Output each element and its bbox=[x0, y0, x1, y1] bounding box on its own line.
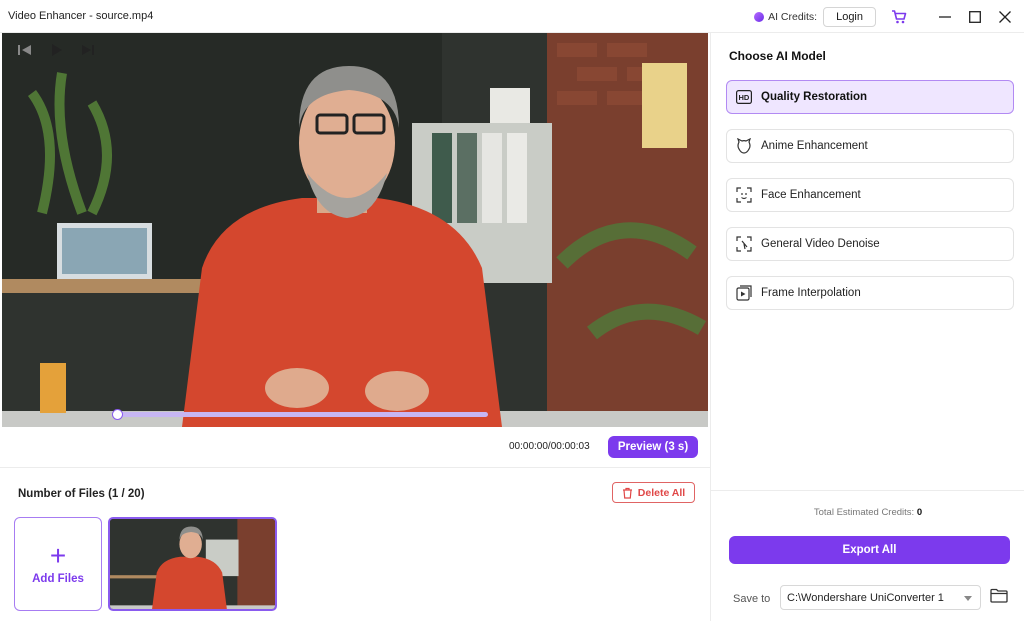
model-label: Frame Interpolation bbox=[761, 287, 861, 299]
maximize-icon[interactable] bbox=[960, 0, 990, 33]
title-bar: Video Enhancer - source.mp4 AI Credits: … bbox=[0, 0, 1024, 33]
hd-icon: HD bbox=[735, 88, 753, 106]
plus-icon: + bbox=[49, 540, 67, 571]
model-general-video-denoise[interactable]: General Video Denoise bbox=[726, 227, 1014, 261]
denoise-icon bbox=[735, 235, 753, 253]
ai-credits-label: AI Credits: bbox=[768, 10, 818, 23]
save-path-value: C:\Wondershare UniConverter 1 bbox=[787, 591, 944, 604]
model-frame-interpolation[interactable]: Frame Interpolation bbox=[726, 276, 1014, 310]
save-path-select[interactable]: C:\Wondershare UniConverter 1 bbox=[780, 585, 981, 610]
preview-panel bbox=[0, 33, 710, 621]
estimated-credits-value: 0 bbox=[916, 507, 923, 518]
frame-interpolation-icon bbox=[735, 284, 753, 302]
model-anime-enhancement[interactable]: Anime Enhancement bbox=[726, 129, 1014, 163]
delete-all-label: Delete All bbox=[637, 486, 686, 499]
model-label: Quality Restoration bbox=[761, 91, 868, 103]
ai-credits[interactable]: AI Credits: bbox=[754, 11, 817, 23]
progress-handle[interactable] bbox=[112, 409, 123, 420]
trash-icon bbox=[622, 487, 632, 499]
video-frame[interactable] bbox=[2, 33, 708, 427]
choose-model-title: Choose AI Model bbox=[729, 49, 826, 63]
files-count-title: Number of Files (1 / 20) bbox=[18, 488, 145, 500]
ai-credits-icon bbox=[754, 11, 765, 22]
add-files-label: Add Files bbox=[32, 573, 84, 585]
window-title: Video Enhancer - source.mp4 bbox=[8, 10, 154, 22]
login-button[interactable]: Login bbox=[823, 6, 876, 27]
file-thumbnail[interactable] bbox=[108, 517, 277, 611]
model-face-enhancement[interactable]: Face Enhancement bbox=[726, 178, 1014, 212]
close-icon[interactable] bbox=[990, 0, 1020, 33]
delete-all-button[interactable]: Delete All bbox=[612, 482, 695, 503]
progress-track[interactable] bbox=[116, 412, 488, 417]
export-all-button[interactable]: Export All bbox=[729, 536, 1010, 564]
anime-face-icon bbox=[735, 137, 753, 155]
svg-text:HD: HD bbox=[739, 93, 750, 102]
time-display: 00:00:00/00:00:03 bbox=[509, 441, 590, 452]
chevron-down-icon bbox=[964, 596, 972, 601]
divider bbox=[0, 467, 710, 468]
divider bbox=[711, 490, 1024, 491]
model-quality-restoration[interactable]: HD Quality Restoration bbox=[726, 80, 1014, 114]
estimated-credits-label: Total Estimated Credits: bbox=[813, 507, 915, 518]
play-icon[interactable] bbox=[48, 41, 66, 59]
cart-icon[interactable] bbox=[890, 8, 908, 26]
model-label: General Video Denoise bbox=[761, 238, 880, 250]
minimize-icon[interactable] bbox=[930, 0, 960, 33]
folder-icon[interactable] bbox=[990, 588, 1010, 606]
model-label: Face Enhancement bbox=[761, 189, 861, 201]
ai-model-panel: Choose AI Model HD Quality Restoration A… bbox=[710, 33, 1024, 621]
model-label: Anime Enhancement bbox=[761, 140, 868, 152]
estimated-credits: Total Estimated Credits: 0 bbox=[711, 507, 1024, 518]
next-frame-icon[interactable] bbox=[79, 41, 97, 59]
save-to-label: Save to bbox=[733, 593, 771, 605]
face-scan-icon bbox=[735, 186, 753, 204]
preview-button[interactable]: Preview (3 s) bbox=[608, 436, 698, 458]
previous-frame-icon[interactable] bbox=[16, 41, 34, 59]
add-files-button[interactable]: + Add Files bbox=[14, 517, 102, 611]
